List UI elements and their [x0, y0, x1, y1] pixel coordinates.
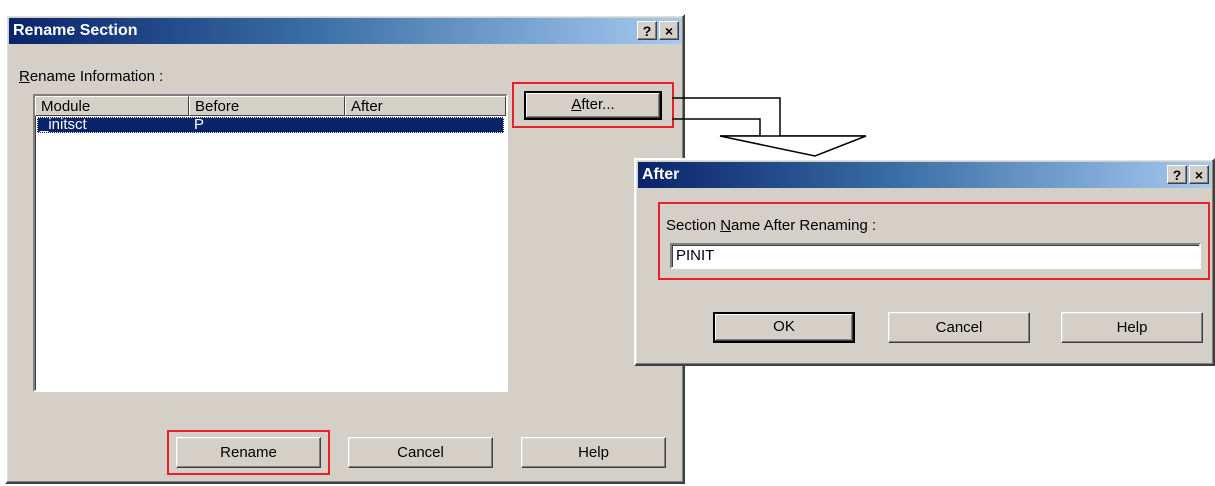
list-row[interactable]: _initsct P — [37, 117, 504, 133]
arrow-outline-bottom — [672, 118, 761, 137]
after-dialog-titlebar[interactable]: After ? × — [638, 162, 1211, 188]
rename-dialog-titlebar[interactable]: Rename Section ? × — [9, 18, 681, 44]
row-module: _initsct — [40, 116, 87, 133]
close-icon[interactable]: × — [659, 21, 679, 40]
rename-dialog-title: Rename Section — [13, 22, 138, 39]
after-help-button[interactable]: Help — [1061, 312, 1203, 343]
column-header-module[interactable]: Module — [35, 96, 189, 116]
row-before: P — [194, 116, 205, 133]
cancel-button[interactable]: Cancel — [348, 437, 493, 468]
after-cancel-button[interactable]: Cancel — [888, 312, 1030, 343]
column-header-before[interactable]: Before — [189, 96, 345, 116]
close-icon[interactable]: × — [1189, 165, 1209, 184]
after-button-highlight — [512, 82, 674, 128]
help-button[interactable]: Help — [521, 437, 666, 468]
help-icon[interactable]: ? — [1167, 165, 1187, 184]
rename-section-dialog: Rename Section ? × Rename Information : … — [5, 14, 685, 484]
rename-information-label: Rename Information : — [19, 68, 164, 85]
arrow-head — [719, 135, 867, 157]
ok-button[interactable]: OK — [713, 312, 855, 343]
help-icon[interactable]: ? — [637, 21, 657, 40]
column-header-after[interactable]: After — [345, 96, 506, 116]
rename-list[interactable]: Module Before After _initsct P — [33, 94, 508, 392]
after-dialog-title: After — [642, 166, 680, 183]
after-dialog: After ? × Section Name After Renaming : … — [634, 158, 1215, 366]
arrow-outline-top — [672, 97, 866, 137]
rename-button-highlight — [167, 430, 330, 475]
section-name-highlight — [658, 202, 1210, 280]
